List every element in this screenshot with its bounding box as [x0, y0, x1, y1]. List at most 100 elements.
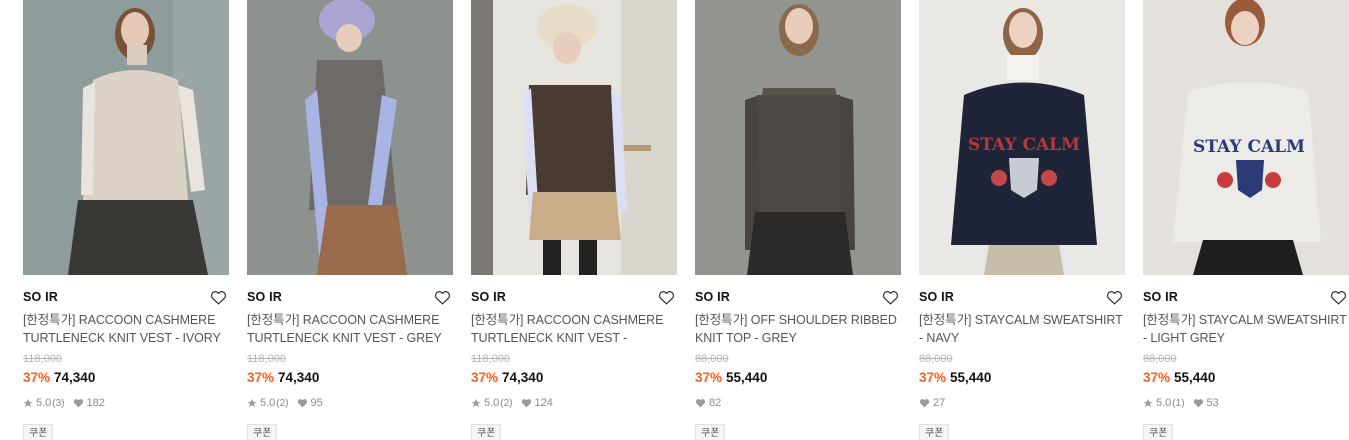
original-price: 118,000 — [247, 353, 286, 365]
discount-rate: 37% — [23, 370, 51, 385]
price-row: 37% 55,440 — [695, 370, 901, 387]
price-row: 37% 74,340 — [471, 370, 677, 387]
photo-model-navy-sweatshirt: STAY CALM — [919, 0, 1125, 275]
product-card-4[interactable]: SO IR [한정특가] OFF SHOULDER RIBBED KNIT TO… — [695, 0, 901, 440]
product-image[interactable]: STAY CALM — [919, 0, 1125, 275]
rating-score: 5.0 — [260, 397, 276, 409]
original-price: 88,000 — [695, 353, 729, 365]
product-meta: 5.0 (2) 124 — [471, 396, 677, 410]
product-meta: 5.0 (1) 53 — [1143, 396, 1349, 410]
coupon-badge: 쿠폰 — [1143, 424, 1174, 440]
review-count: (3) — [52, 397, 65, 409]
product-image[interactable]: STAY CALM — [1143, 0, 1349, 275]
brand-name[interactable]: SO IR — [1143, 290, 1178, 304]
discount-rate: 37% — [471, 370, 499, 385]
svg-text:STAY CALM: STAY CALM — [968, 135, 1080, 155]
wishlist-heart-icon[interactable] — [1328, 288, 1348, 306]
brand-row: SO IR — [247, 288, 453, 306]
product-title[interactable]: [한정특가] OFF SHOULDER RIBBED KNIT TOP - GR… — [695, 311, 901, 347]
review-count: (1) — [1172, 397, 1185, 409]
product-image[interactable] — [247, 0, 453, 275]
product-image[interactable] — [471, 0, 677, 275]
photo-model-brown-knit-vest — [471, 0, 677, 275]
product-meta: 5.0 (2) 95 — [247, 396, 453, 410]
price-row: 37% 55,440 — [1143, 370, 1349, 387]
brand-row: SO IR — [23, 288, 229, 306]
coupon-badge: 쿠폰 — [23, 424, 54, 440]
sale-price: 55,440 — [1174, 370, 1216, 385]
product-image[interactable] — [695, 0, 901, 275]
photo-model-light-grey-sweatshirt: STAY CALM — [1143, 0, 1349, 275]
product-meta: 27 — [919, 396, 1125, 410]
sale-price: 55,440 — [950, 370, 992, 385]
like-count: 82 — [709, 397, 722, 409]
photo-model-grey-knit-vest — [247, 0, 453, 275]
product-card-2[interactable]: SO IR [한정특가] RACCOON CASHMERE TURTLENECK… — [247, 0, 453, 440]
brand-row: SO IR — [1143, 288, 1349, 306]
sale-price: 74,340 — [278, 370, 320, 385]
product-title[interactable]: [한정특가] RACCOON CASHMERE TURTLENECK KNIT … — [247, 311, 453, 347]
product-card-5[interactable]: STAY CALM SO IR [한정특가] STAYCALM SWEATSHI… — [919, 0, 1125, 440]
brand-name[interactable]: SO IR — [919, 290, 954, 304]
coupon-badge: 쿠폰 — [695, 424, 726, 440]
discount-rate: 37% — [247, 370, 275, 385]
like-heart-icon — [1193, 398, 1204, 408]
like-heart-icon — [521, 398, 532, 408]
sale-price: 74,340 — [502, 370, 544, 385]
brand-name[interactable]: SO IR — [471, 290, 506, 304]
discount-rate: 37% — [1143, 370, 1171, 385]
product-title[interactable]: [한정특가] RACCOON CASHMERE TURTLENECK KNIT … — [23, 311, 229, 347]
brand-row: SO IR — [919, 288, 1125, 306]
star-icon — [471, 398, 481, 408]
price-row: 37% 55,440 — [919, 370, 1125, 387]
like-heart-icon — [919, 398, 930, 408]
product-image[interactable] — [23, 0, 229, 275]
rating-score: 5.0 — [484, 397, 500, 409]
wishlist-heart-icon[interactable] — [656, 288, 676, 306]
rating-score: 5.0 — [1156, 397, 1172, 409]
brand-name[interactable]: SO IR — [695, 290, 730, 304]
product-card-3[interactable]: SO IR [한정특가] RACCOON CASHMERE TURTLENECK… — [471, 0, 677, 440]
brand-row: SO IR — [695, 288, 901, 306]
photo-model-ivory-knit-vest — [23, 0, 229, 275]
product-title[interactable]: [한정특가] STAYCALM SWEATSHIRT - NAVY — [919, 311, 1125, 347]
product-meta: 5.0 (3) 182 — [23, 396, 229, 410]
brand-name[interactable]: SO IR — [23, 290, 58, 304]
wishlist-heart-icon[interactable] — [432, 288, 452, 306]
wishlist-heart-icon[interactable] — [880, 288, 900, 306]
review-count: (2) — [276, 397, 289, 409]
like-count: 27 — [933, 397, 946, 409]
product-card-1[interactable]: SO IR [한정특가] RACCOON CASHMERE TURTLENECK… — [23, 0, 229, 440]
star-icon — [247, 398, 257, 408]
like-heart-icon — [695, 398, 706, 408]
price-row: 37% 74,340 — [23, 370, 229, 387]
original-price: 118,000 — [471, 353, 510, 365]
sale-price: 55,440 — [726, 370, 768, 385]
product-title[interactable]: [한정특가] STAYCALM SWEATSHIRT - LIGHT GREY — [1143, 311, 1349, 347]
product-card-6[interactable]: STAY CALM SO IR [한정특가] STAYCALM SWEATSHI… — [1143, 0, 1349, 440]
product-grid: SO IR [한정특가] RACCOON CASHMERE TURTLENECK… — [23, 0, 1349, 440]
brand-row: SO IR — [471, 288, 677, 306]
wishlist-heart-icon[interactable] — [208, 288, 228, 306]
product-title[interactable]: [한정특가] RACCOON CASHMERE TURTLENECK KNIT … — [471, 311, 677, 347]
star-icon — [1143, 398, 1153, 408]
like-count: 53 — [1206, 397, 1219, 409]
like-count: 95 — [310, 397, 323, 409]
coupon-badge: 쿠폰 — [471, 424, 502, 440]
original-price: 88,000 — [919, 353, 953, 365]
coupon-badge: 쿠폰 — [247, 424, 278, 440]
sale-price: 74,340 — [54, 370, 96, 385]
wishlist-heart-icon[interactable] — [1104, 288, 1124, 306]
brand-name[interactable]: SO IR — [247, 290, 282, 304]
original-price: 88,000 — [1143, 353, 1177, 365]
coupon-badge: 쿠폰 — [919, 424, 950, 440]
svg-text:STAY CALM: STAY CALM — [1193, 137, 1305, 157]
product-meta: 82 — [695, 396, 901, 410]
like-heart-icon — [297, 398, 308, 408]
photo-model-off-shoulder-knit — [695, 0, 901, 275]
discount-rate: 37% — [695, 370, 723, 385]
price-row: 37% 74,340 — [247, 370, 453, 387]
rating-score: 5.0 — [36, 397, 52, 409]
like-heart-icon — [73, 398, 84, 408]
original-price: 118,000 — [23, 353, 62, 365]
